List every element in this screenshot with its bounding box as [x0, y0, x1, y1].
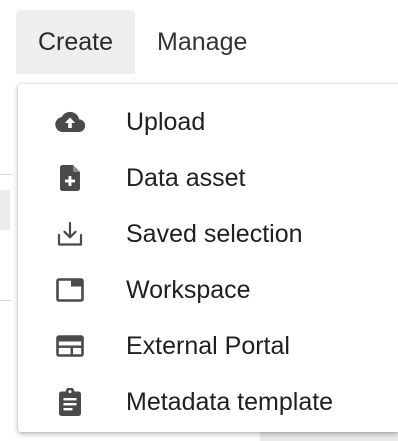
background-divider: [0, 300, 12, 301]
background-content-edge: [260, 432, 398, 441]
menu-item-upload[interactable]: Upload: [18, 94, 398, 150]
menu-item-data-asset[interactable]: Data asset: [18, 150, 398, 206]
tab-create[interactable]: Create: [16, 10, 136, 74]
top-tab-bar: Create Manage: [16, 10, 269, 74]
cloud-upload-icon: [54, 106, 86, 138]
page: Create Manage Upload Data asset Saved se…: [0, 0, 398, 441]
file-plus-icon: [54, 162, 86, 194]
menu-item-label: Data asset: [126, 163, 246, 192]
background-panel-edge: [0, 190, 10, 230]
menu-item-label: Workspace: [126, 275, 251, 304]
menu-item-label: External Portal: [126, 331, 290, 360]
menu-item-metadata-template[interactable]: Metadata template: [18, 374, 398, 430]
menu-item-external-portal[interactable]: External Portal: [18, 318, 398, 374]
background-divider: [0, 174, 12, 175]
menu-item-label: Metadata template: [126, 387, 334, 416]
tab-create-label: Create: [38, 27, 114, 56]
menu-item-label: Upload: [126, 107, 206, 136]
create-dropdown-menu: Upload Data asset Saved selection Worksp…: [18, 84, 398, 432]
portal-card-icon: [54, 330, 86, 362]
window-icon: [54, 274, 86, 306]
tab-manage[interactable]: Manage: [135, 10, 269, 74]
menu-item-label: Saved selection: [126, 219, 303, 248]
tab-manage-label: Manage: [157, 27, 248, 56]
menu-item-saved-selection[interactable]: Saved selection: [18, 206, 398, 262]
download-tray-icon: [54, 218, 86, 250]
clipboard-icon: [54, 386, 86, 418]
menu-item-workspace[interactable]: Workspace: [18, 262, 398, 318]
